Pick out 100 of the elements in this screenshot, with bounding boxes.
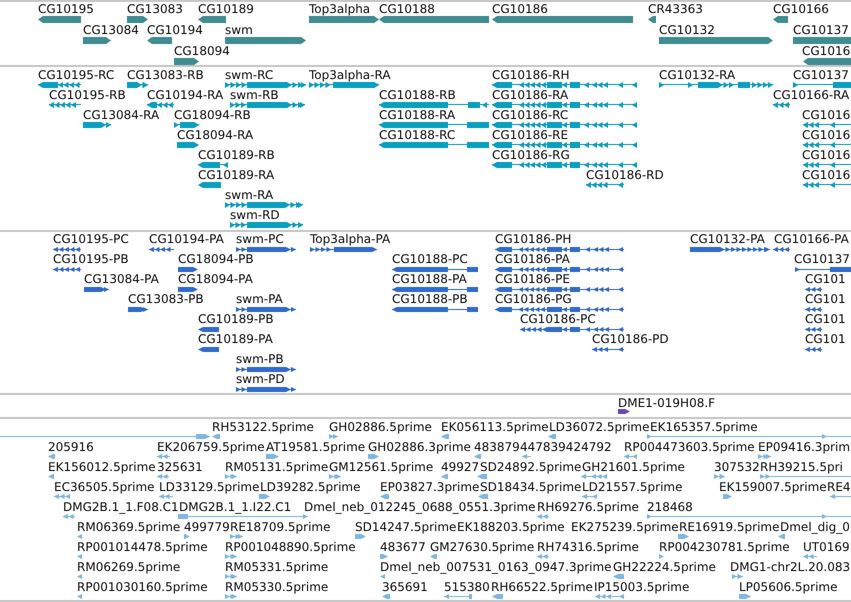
est-label: RH53122.5prime	[212, 420, 314, 434]
est-arrow-icon[interactable]	[430, 554, 437, 559]
transcript-label: Top3alpha-RA	[309, 68, 391, 82]
transcript-label: CG10189-RB	[198, 148, 275, 162]
est-label: 515380	[444, 580, 490, 594]
est-arrow-icon[interactable]	[739, 594, 751, 599]
est-arrow-icon[interactable]	[77, 594, 82, 599]
est-arrow-icon[interactable]	[778, 534, 785, 539]
protein-arrow-icon[interactable]	[178, 267, 198, 272]
gene-arrow-icon[interactable]	[309, 16, 379, 23]
transcript-label: CG13083-RB	[127, 68, 204, 82]
protein-label: CG10132-PA	[690, 232, 765, 246]
transcript-label: CG1016	[802, 128, 850, 142]
est-label: RM05131.5prime	[225, 460, 328, 474]
est-label: RE18709.5prime	[230, 520, 330, 534]
est-arrow-icon[interactable]	[613, 574, 624, 579]
transcript-label: CG10166-RA	[773, 88, 850, 102]
est-arrow-icon[interactable]	[492, 594, 503, 599]
clone-arrow-icon[interactable]	[618, 409, 630, 414]
protein-label: CG10188-PC	[392, 252, 468, 266]
gene-arrow-icon[interactable]	[83, 37, 111, 44]
est-label: DMG2B.1_1.F08.C1	[63, 500, 179, 514]
transcript-label: CG10195-RC	[38, 68, 114, 82]
est-arrow-icon[interactable]	[548, 434, 556, 439]
est-arrow-icon[interactable]	[184, 534, 190, 539]
gene-arrow-icon[interactable]	[174, 58, 199, 65]
est-label: LD33129.5prime	[159, 480, 260, 494]
est-arrow-icon[interactable]	[77, 534, 82, 539]
clone-label: DME1-019H08.F	[618, 396, 716, 410]
transcript-label: CG10188-RB	[379, 88, 456, 102]
est-label: 365691	[382, 580, 428, 594]
transcript-label: CG10186-RG	[492, 148, 570, 162]
est-label: DMG1-chr2L.20.083	[730, 560, 850, 574]
est-arrow-icon[interactable]	[441, 474, 448, 479]
est-arrow-icon[interactable]	[441, 434, 449, 439]
est-arrow-icon[interactable]	[77, 574, 82, 579]
est-arrow-icon[interactable]	[382, 594, 390, 599]
protein-label: CG101	[805, 312, 846, 326]
est-arrow-icon[interactable]	[678, 534, 689, 539]
gene-arrow-icon[interactable]	[147, 37, 172, 44]
est-label: LD39282.5prime	[260, 480, 361, 494]
est-arrow-icon[interactable]	[259, 494, 270, 499]
transcript-label: swm-RD	[230, 208, 280, 222]
est-arrow-icon[interactable]	[380, 554, 388, 559]
est-label: SD18434.5prime	[480, 480, 582, 494]
est-arrow-icon[interactable]	[723, 494, 732, 499]
protein-label: CG10166-PA	[774, 232, 849, 246]
est-label: 325631	[157, 460, 203, 474]
protein-arrow-icon[interactable]	[198, 347, 219, 352]
protein-label: CG10195-PB	[53, 252, 129, 266]
protein-label: Top3alpha-PA	[310, 232, 390, 246]
protein-label: CG10188-PA	[392, 272, 467, 286]
est-label: RH74316.5prime	[537, 540, 639, 554]
est-label: RM06269.5prime	[77, 560, 180, 574]
protein-label: swm-PD	[236, 372, 285, 386]
est-label: LD21557.5prime	[582, 480, 683, 494]
gene-arrow-icon[interactable]	[803, 58, 851, 65]
protein-label: CG10186-PC	[520, 312, 596, 326]
gene-arrow-icon[interactable]	[773, 16, 788, 23]
transcript-label: CG10132-RA	[659, 68, 736, 82]
est-arrow-icon[interactable]	[478, 494, 488, 499]
gene-label: CG10132	[659, 23, 715, 37]
est-arrow-icon[interactable]	[48, 454, 55, 459]
est-label: RP001014478.5prime	[77, 540, 208, 554]
gene-arrow-icon[interactable]	[225, 37, 306, 44]
est-arrow-icon[interactable]	[368, 454, 379, 459]
gene-label: CG1016	[802, 44, 850, 58]
gene-arrow-icon[interactable]	[38, 16, 81, 23]
est-label: SD14247.5prime	[355, 520, 456, 534]
est-arrow-icon[interactable]	[380, 574, 385, 579]
est-arrow-icon[interactable]	[266, 454, 279, 459]
est-arrow-icon[interactable]	[48, 474, 54, 479]
est-label: GH02886.3prime	[368, 440, 471, 454]
est-label: GH21601.5prime	[582, 460, 685, 474]
transcript-arrow-icon[interactable]	[177, 142, 199, 148]
protein-arrow-icon[interactable]	[198, 327, 219, 332]
est-arrow-icon[interactable]	[212, 434, 220, 439]
est-arrow-icon[interactable]	[380, 494, 389, 499]
protein-label: CG101	[805, 332, 846, 346]
gene-arrow-icon[interactable]	[648, 16, 656, 23]
est-label: 447839424792	[520, 440, 612, 454]
protein-arrow-icon[interactable]	[178, 287, 198, 292]
est-arrow-icon[interactable]	[477, 474, 487, 479]
est-label: 218468	[647, 500, 693, 514]
est-arrow-icon[interactable]	[355, 534, 366, 539]
transcript-arrow-icon[interactable]	[198, 182, 221, 188]
est-arrow-icon[interactable]	[77, 554, 82, 559]
est-arrow-icon[interactable]	[659, 554, 664, 559]
est-label: EC36505.5prime	[54, 480, 155, 494]
est-arrow-icon[interactable]	[474, 454, 481, 459]
est-label: LP05606.5prime	[739, 580, 838, 594]
gene-arrow-icon[interactable]	[127, 16, 148, 23]
est-label: IP15003.5prime	[594, 580, 690, 594]
est-label: EK206759.5prime	[157, 440, 265, 454]
protein-label: CG10186-PA	[495, 252, 570, 266]
gene-label: CG18094	[174, 44, 230, 58]
est-label: 483879	[474, 440, 520, 454]
gene-label: CG10137	[793, 23, 849, 37]
gene-arrow-icon[interactable]	[198, 16, 226, 23]
protein-label: CG10186-PD	[592, 332, 669, 346]
